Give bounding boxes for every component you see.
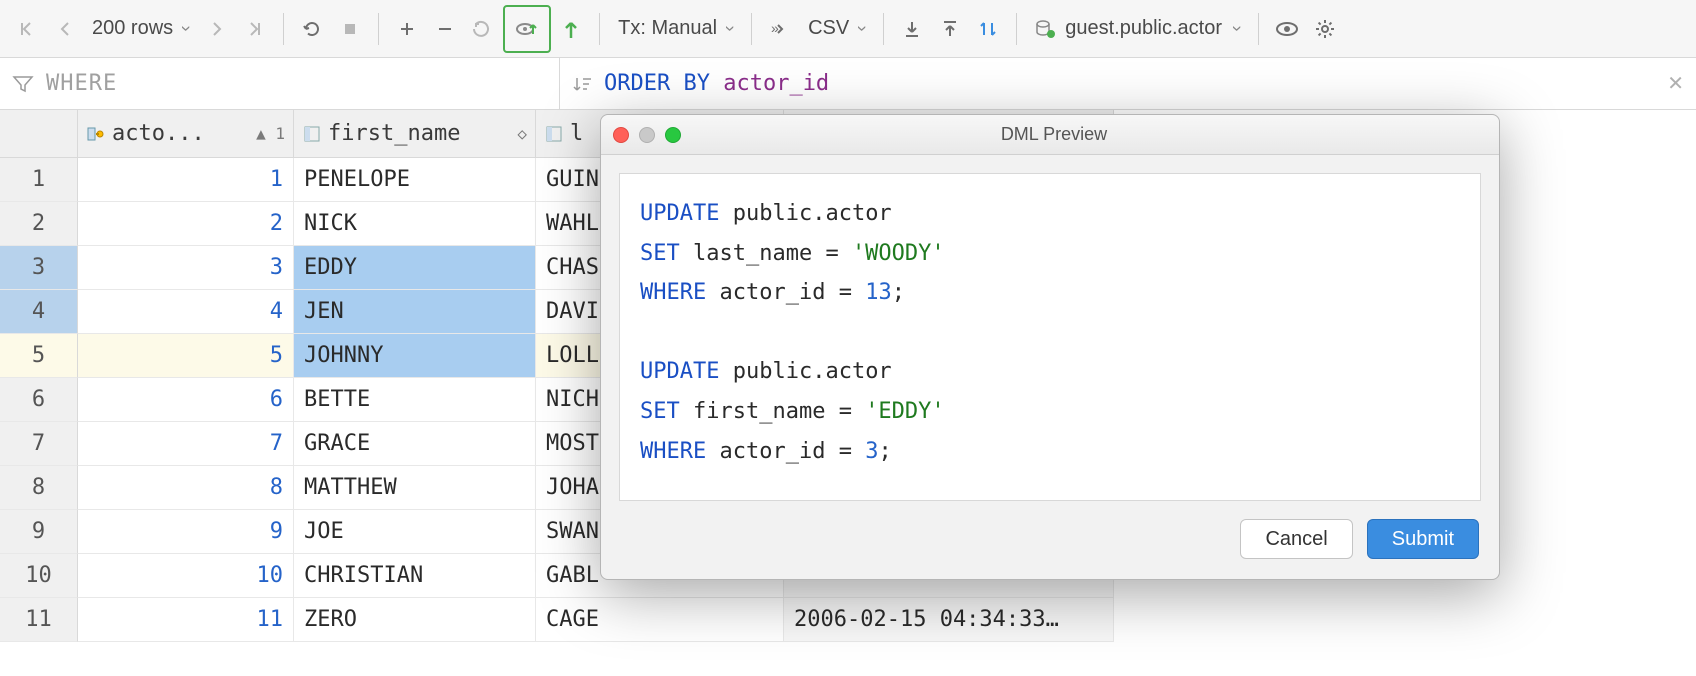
filter-icon[interactable] — [12, 74, 34, 94]
where-label[interactable]: WHERE — [46, 71, 117, 96]
cell-actor-id[interactable]: 10 — [78, 554, 294, 598]
row-number[interactable]: 10 — [0, 554, 78, 598]
close-window-button[interactable] — [613, 127, 629, 143]
cell-actor-id[interactable]: 4 — [78, 290, 294, 334]
dml-preview-dialog: DML Preview UPDATE public.actor SET last… — [600, 114, 1500, 580]
sort-icon[interactable] — [572, 74, 592, 94]
cell-actor-id[interactable]: 2 — [78, 202, 294, 246]
stop-button[interactable] — [332, 11, 368, 47]
svg-text:»: » — [771, 23, 779, 35]
cell-first-name[interactable]: MATTHEW — [294, 466, 536, 510]
cell-actor-id[interactable]: 7 — [78, 422, 294, 466]
datasource-dropdown[interactable]: guest.public.actor — [1027, 17, 1248, 40]
dialog-title: DML Preview — [681, 124, 1427, 145]
cancel-button[interactable]: Cancel — [1240, 519, 1352, 559]
cell-first-name[interactable]: EDDY — [294, 246, 536, 290]
dialog-titlebar[interactable]: DML Preview — [601, 115, 1499, 155]
window-controls[interactable] — [613, 127, 681, 143]
cell-timestamp[interactable]: 2006-02-15 04:34:33… — [784, 598, 1114, 642]
cell-actor-id[interactable]: 6 — [78, 378, 294, 422]
more-button[interactable]: » — [762, 11, 798, 47]
cell-first-name[interactable]: JEN — [294, 290, 536, 334]
orderby-value[interactable]: actor_id — [723, 71, 829, 96]
prev-page-button[interactable] — [46, 11, 82, 47]
view-button[interactable] — [1269, 11, 1305, 47]
cell-actor-id[interactable]: 11 — [78, 598, 294, 642]
column-header-actor-id[interactable]: acto... ▲ 1 — [78, 110, 294, 158]
reload-button[interactable] — [294, 11, 330, 47]
cell-last-name[interactable]: CAGE — [536, 598, 784, 642]
close-filter-button[interactable]: ✕ — [1667, 71, 1684, 96]
zoom-window-button[interactable] — [665, 127, 681, 143]
column-icon — [302, 124, 322, 144]
cell-first-name[interactable]: NICK — [294, 202, 536, 246]
cell-actor-id[interactable]: 5 — [78, 334, 294, 378]
remove-row-button[interactable] — [427, 11, 463, 47]
submit-dml-button[interactable]: Submit — [1367, 519, 1479, 559]
revert-button[interactable] — [465, 11, 501, 47]
datasource-icon — [1035, 19, 1057, 39]
row-number[interactable]: 9 — [0, 510, 78, 554]
column-icon — [544, 124, 564, 144]
cell-actor-id[interactable]: 8 — [78, 466, 294, 510]
next-page-button[interactable] — [199, 11, 235, 47]
row-number[interactable]: 5 — [0, 334, 78, 378]
submit-button[interactable] — [553, 11, 589, 47]
last-page-button[interactable] — [237, 11, 273, 47]
row-count-dropdown[interactable]: 200 rows — [84, 17, 197, 40]
add-row-button[interactable] — [389, 11, 425, 47]
row-number[interactable]: 4 — [0, 290, 78, 334]
row-number[interactable]: 7 — [0, 422, 78, 466]
tx-mode-dropdown[interactable]: Tx: Manual — [610, 17, 741, 40]
row-number[interactable]: 3 — [0, 246, 78, 290]
cell-actor-id[interactable]: 3 — [78, 246, 294, 290]
row-number[interactable]: 11 — [0, 598, 78, 642]
minimize-window-button[interactable] — [639, 127, 655, 143]
cell-first-name[interactable]: BETTE — [294, 378, 536, 422]
cell-first-name[interactable]: ZERO — [294, 598, 536, 642]
row-number[interactable]: 1 — [0, 158, 78, 202]
sql-preview[interactable]: UPDATE public.actor SET last_name = 'WOO… — [619, 173, 1481, 501]
cell-first-name[interactable]: JOHNNY — [294, 334, 536, 378]
row-number[interactable]: 2 — [0, 202, 78, 246]
first-page-button[interactable] — [8, 11, 44, 47]
toolbar: 200 rows Tx: Manual » CSV guest.public.a… — [0, 0, 1696, 58]
row-number[interactable]: 8 — [0, 466, 78, 510]
compare-button[interactable] — [970, 11, 1006, 47]
rownum-header — [0, 110, 78, 158]
column-header-first-name[interactable]: first_name ◇ — [294, 110, 536, 158]
import-up-button[interactable] — [932, 11, 968, 47]
cell-actor-id[interactable]: 1 — [78, 158, 294, 202]
cell-actor-id[interactable]: 9 — [78, 510, 294, 554]
cell-first-name[interactable]: GRACE — [294, 422, 536, 466]
export-format-dropdown[interactable]: CSV — [800, 17, 873, 40]
cell-first-name[interactable]: PENELOPE — [294, 158, 536, 202]
key-column-icon — [86, 124, 106, 144]
orderby-label: ORDER BY — [604, 71, 710, 96]
preview-dml-button[interactable] — [503, 5, 551, 53]
row-number[interactable]: 6 — [0, 378, 78, 422]
cell-first-name[interactable]: CHRISTIAN — [294, 554, 536, 598]
settings-button[interactable] — [1307, 11, 1343, 47]
export-down-button[interactable] — [894, 11, 930, 47]
filter-bar: WHERE ORDER BY actor_id ✕ — [0, 58, 1696, 110]
cell-first-name[interactable]: JOE — [294, 510, 536, 554]
